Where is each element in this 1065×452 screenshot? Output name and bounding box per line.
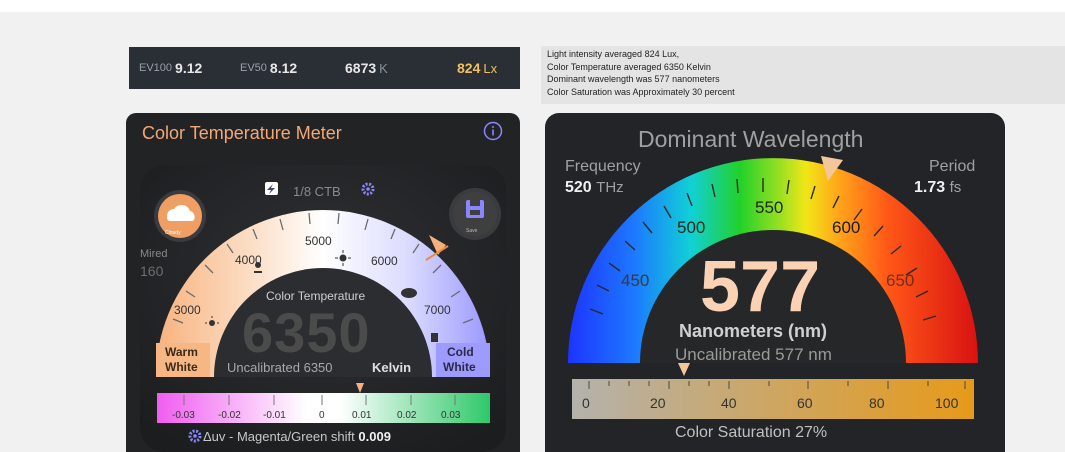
kelvin-unit-label: Kelvin	[372, 360, 412, 375]
warm-white-label: White	[165, 360, 198, 374]
overcast-cloud-icon	[401, 288, 417, 298]
color-temperature-gauge	[140, 165, 506, 452]
summary-line: Dominant wavelength was 577 nanometers	[547, 74, 720, 84]
duv-value: 0.009	[358, 429, 391, 444]
duv-tick-label: 0	[319, 410, 325, 421]
summary-line: Color Saturation was Approximately 30 pe…	[547, 86, 735, 97]
cold-white-label: White	[443, 360, 476, 374]
summary-line: Color Temperature averaged 6350 Kelvin	[547, 61, 711, 72]
frequency-label: Frequency	[565, 158, 641, 175]
period-label: Period	[929, 158, 976, 175]
spectrum-tick-label: 550	[755, 198, 784, 217]
duv-tick-label: -0.03	[172, 410, 195, 421]
ev50-value: 8.12	[269, 60, 298, 76]
saturation-caption: Color Saturation 27%	[675, 424, 828, 441]
duv-caption-line: Δuv - Magenta/Green shift 0.009	[203, 429, 391, 444]
gauge-tick-label: 6000	[371, 254, 398, 268]
spectrum-tick-label: 600	[832, 218, 861, 237]
summary-line: Light intensity averaged 824 Lux,	[547, 49, 680, 59]
kelvin-readout: 6873 K	[345, 47, 388, 89]
top-band	[0, 0, 1065, 12]
save-label: Save	[466, 228, 478, 234]
warm-white-label: Warm	[165, 345, 198, 359]
duv-tick-label: 0.02	[397, 410, 417, 421]
spectrum-tick-label: 650	[886, 271, 915, 290]
mired-value: 160	[140, 263, 164, 279]
saturation-tick-label: 40	[721, 395, 737, 411]
mired-label: Mired	[140, 248, 168, 260]
saturation-tick-label: 80	[869, 395, 885, 411]
candle-sun-icon	[209, 320, 215, 326]
spectrum-tick-label: 500	[677, 218, 706, 237]
ev100-label: EV100	[139, 62, 173, 74]
saturation-tick-label: 60	[797, 395, 813, 411]
kelvin-unit: K	[379, 60, 388, 76]
uncalibrated-reading: Uncalibrated 6350	[227, 360, 333, 375]
period-unit: fs	[949, 179, 962, 196]
period-value: 1.73	[914, 179, 946, 196]
duv-tick-label: -0.02	[218, 410, 241, 421]
cold-white-label: Cold	[447, 345, 474, 359]
ev100-readout: EV100 9.12	[139, 47, 202, 89]
saturation-tick-label: 0	[582, 395, 590, 411]
saturation-tick-label: 20	[650, 395, 666, 411]
lux-value: 824	[457, 60, 481, 76]
kelvin-value: 6873	[345, 60, 377, 76]
wavelength-unit: Nanometers (nm)	[679, 321, 828, 341]
gauge-tick-label: 4000	[235, 253, 262, 267]
color-temperature-reading: 6350	[242, 301, 371, 364]
gauge-tick-label: 5000	[305, 234, 332, 248]
shade-house-icon	[431, 333, 438, 342]
gauge-tick-label: 7000	[424, 303, 451, 317]
uncalibrated-wavelength: Uncalibrated 577 nm	[675, 345, 832, 364]
lux-readout: 824 Lx	[457, 47, 497, 89]
period-readout: 1.73 fs	[914, 179, 961, 197]
frequency-readout: 520 THz	[565, 179, 624, 197]
duv-tick-label: -0.01	[263, 410, 286, 421]
wavelength-reading: 577	[700, 247, 821, 327]
frequency-value: 520	[565, 179, 592, 196]
wavelength-title: Dominant Wavelength	[638, 126, 864, 152]
info-icon[interactable]	[483, 121, 503, 141]
filter-label[interactable]: 1/8 CTB	[293, 184, 341, 199]
duv-caption: Δuv - Magenta/Green shift	[203, 429, 355, 444]
ev-readout-bar: EV100 9.12 EV50 8.12 6873 K 824 Lx	[129, 47, 520, 89]
saturation-tick-label: 100	[935, 395, 959, 411]
lux-unit: Lx	[483, 60, 498, 76]
ev100-value: 9.12	[175, 60, 203, 76]
saturation-bar	[572, 379, 974, 419]
duv-tick-label: 0.03	[441, 410, 461, 421]
duv-tick-label: 0.01	[352, 410, 372, 421]
gauge-tick-label: 3000	[174, 303, 201, 317]
ev50-readout: EV50 8.12	[240, 47, 297, 89]
cloudy-label: Cloudy	[165, 230, 181, 236]
ev50-label: EV50	[240, 62, 267, 74]
sun-icon	[339, 254, 347, 262]
spectrum-tick-label: 450	[621, 271, 650, 290]
measurement-summary: Light intensity averaged 824 Lux, Color …	[541, 46, 1065, 104]
frequency-unit: THz	[596, 179, 624, 196]
